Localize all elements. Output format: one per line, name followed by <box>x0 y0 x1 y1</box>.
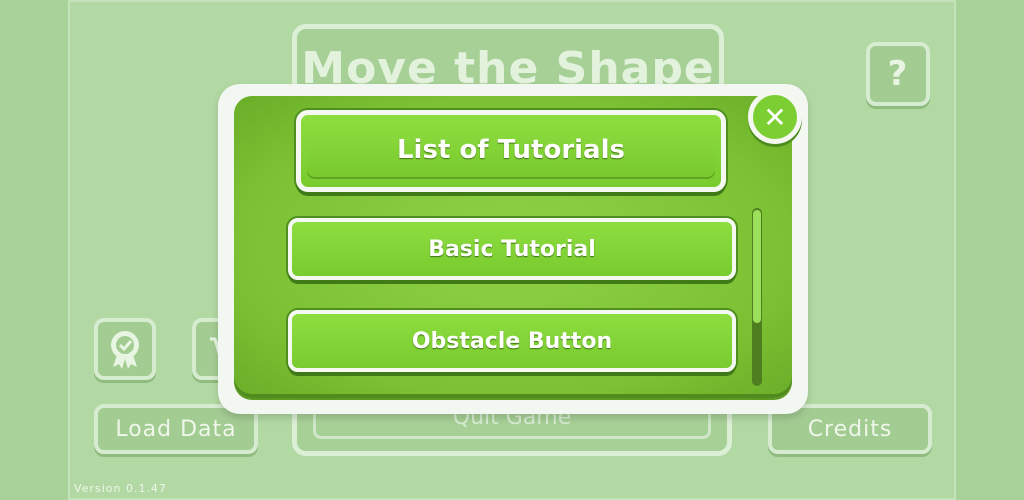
help-button[interactable]: ? <box>866 42 930 106</box>
load-data-label: Load Data <box>115 416 237 442</box>
close-icon: ✕ <box>763 100 787 134</box>
letterbox-right <box>956 0 1024 500</box>
question-icon: ? <box>887 54 909 94</box>
credits-label: Credits <box>807 416 893 442</box>
version-label: Version 0.1.47 <box>74 482 167 495</box>
close-modal-button[interactable]: ✕ <box>748 90 802 144</box>
achievements-button[interactable] <box>94 318 156 380</box>
obstacle-button-tutorial-button[interactable]: Obstacle Button <box>288 310 736 372</box>
letterbox-left <box>0 0 68 500</box>
tutorials-header-label: List of Tutorials <box>396 135 625 165</box>
tutorials-header-inner: List of Tutorials <box>307 121 715 179</box>
obstacle-button-label: Obstacle Button <box>411 328 613 354</box>
basic-tutorial-label: Basic Tutorial <box>428 236 596 262</box>
award-badge-icon <box>111 331 139 369</box>
basic-tutorial-button[interactable]: Basic Tutorial <box>288 218 736 280</box>
tutorial-list-scrollbar[interactable] <box>752 208 762 386</box>
tutorials-header: List of Tutorials <box>296 110 726 192</box>
scrollbar-thumb[interactable] <box>753 210 761 323</box>
